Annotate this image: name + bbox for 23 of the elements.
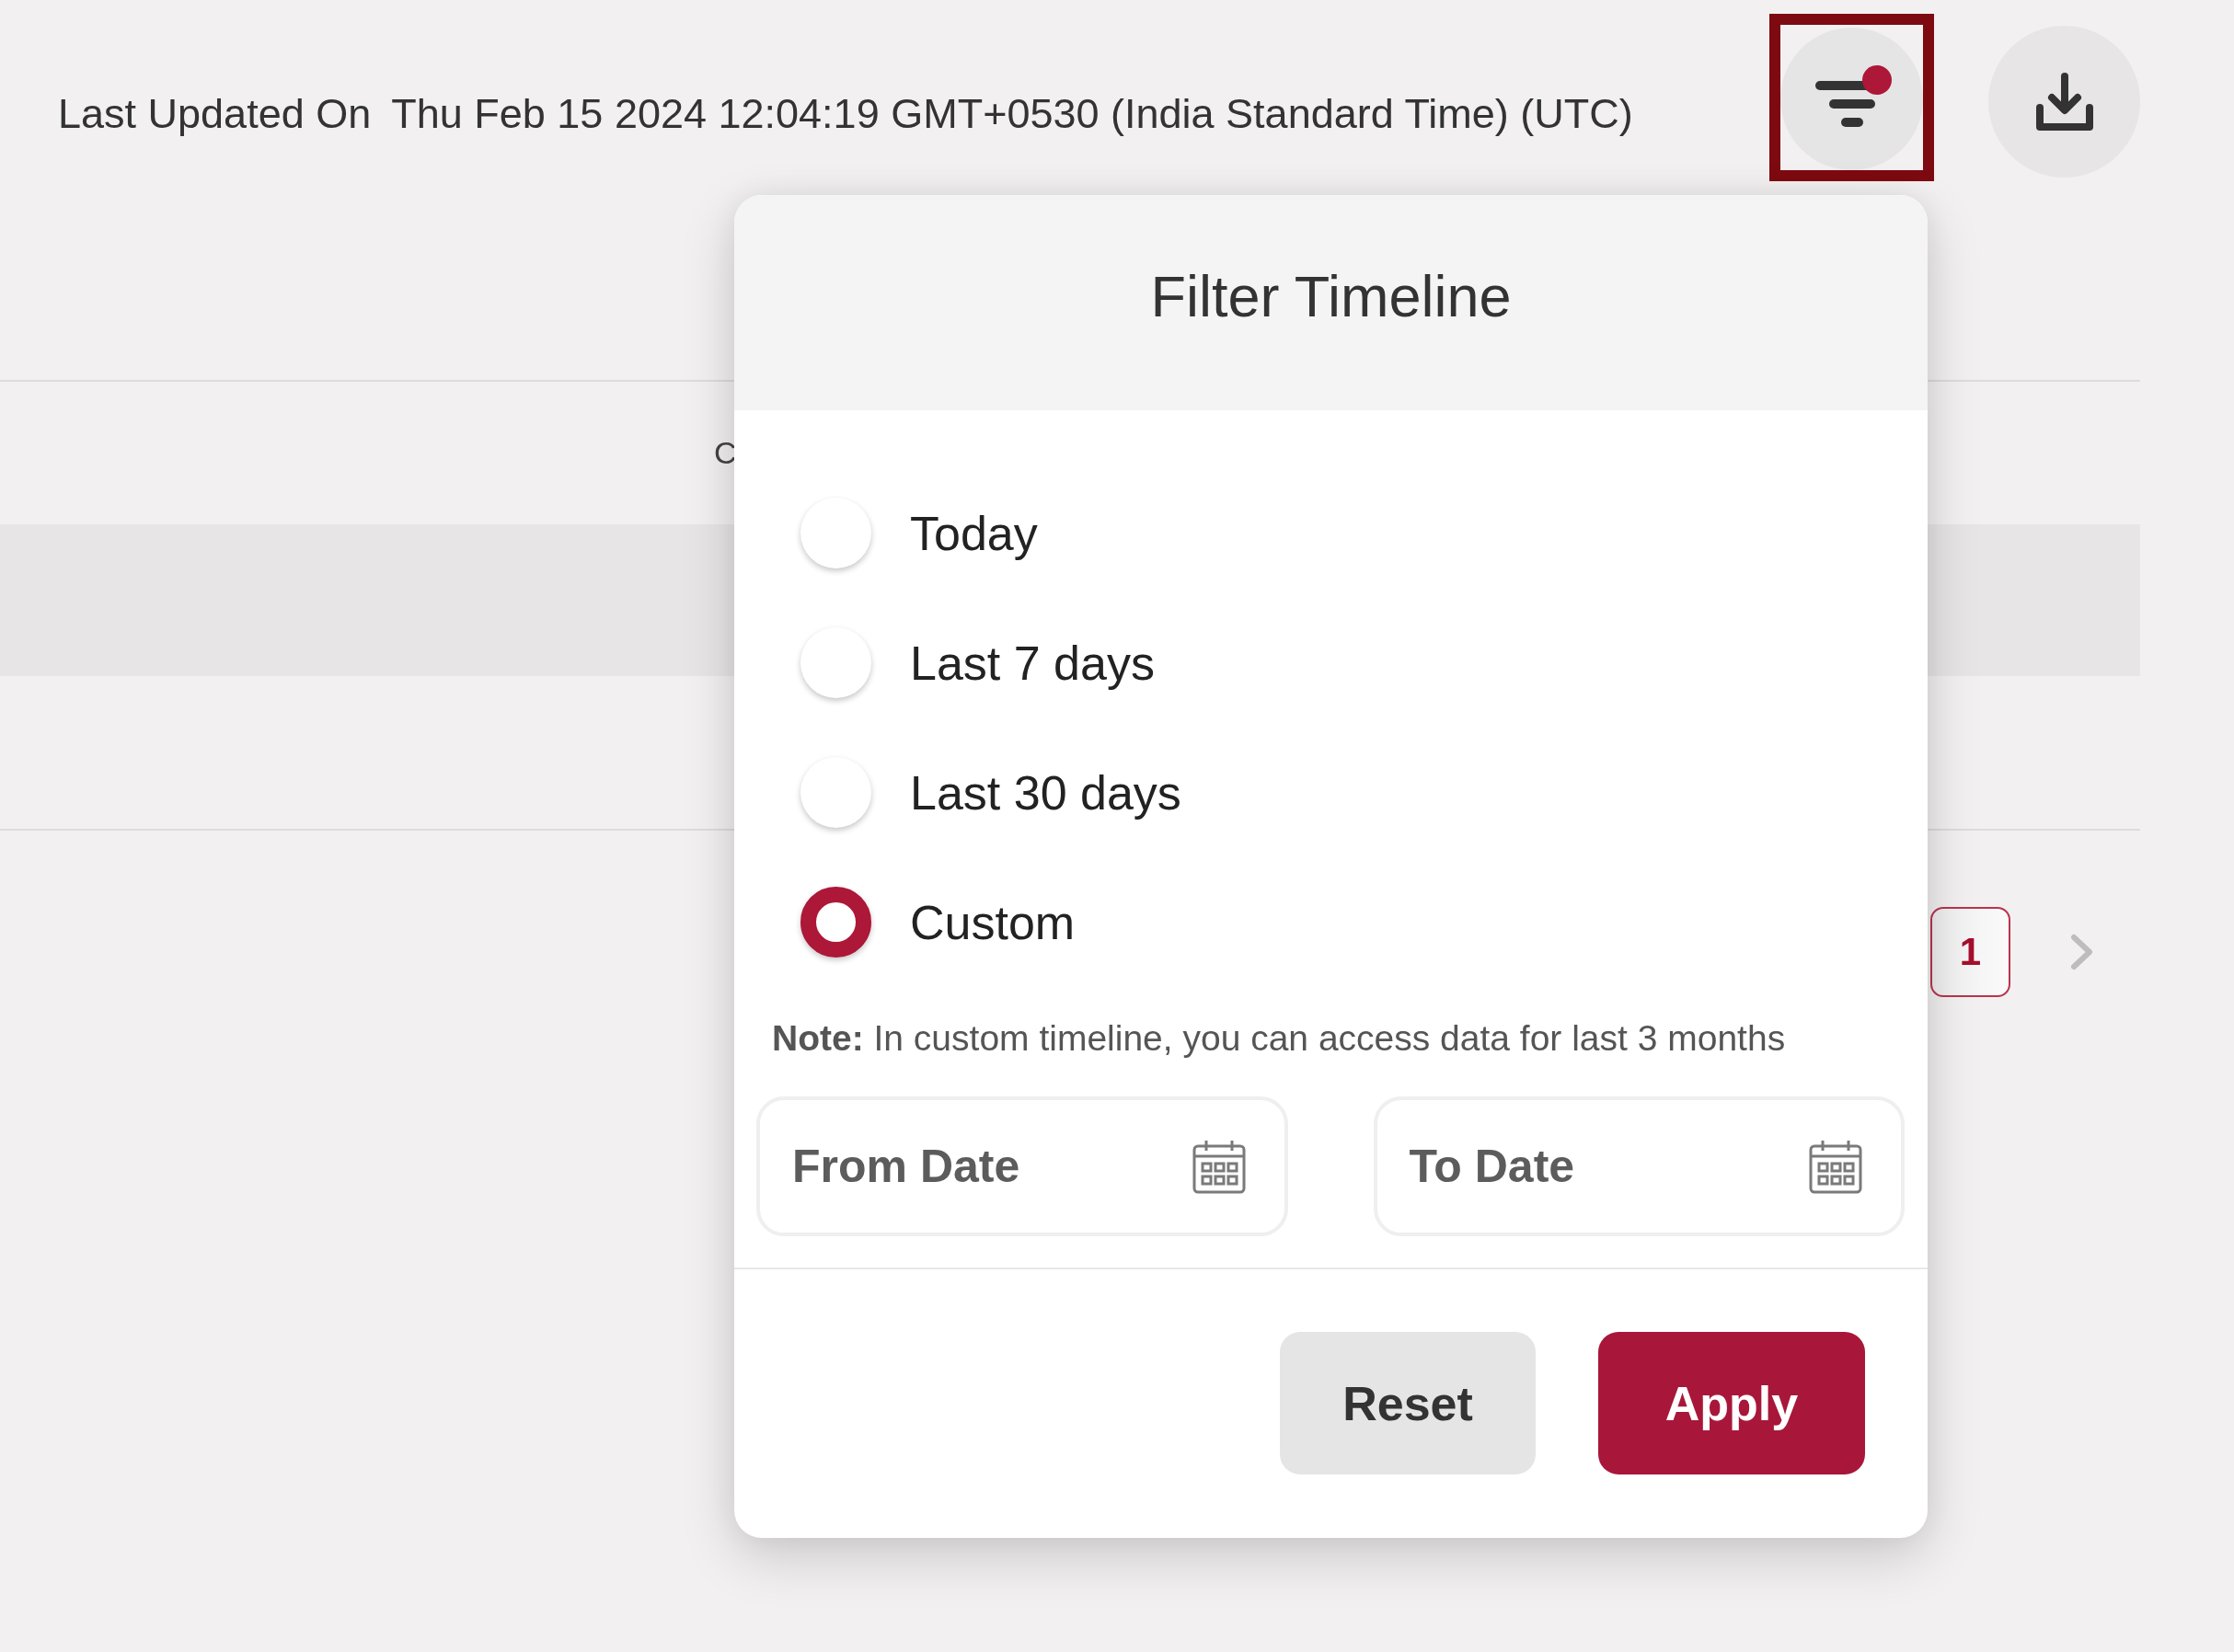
radio-button[interactable] xyxy=(800,627,871,698)
radio-button[interactable] xyxy=(800,498,871,568)
last-updated-label: Last Updated On xyxy=(58,90,372,138)
radio-label[interactable]: Custom xyxy=(910,894,1076,950)
page-button[interactable]: 1 xyxy=(1930,907,2010,997)
note-text: Note: In custom timeline, you can access data for last 3 months xyxy=(772,1017,1787,1060)
calendar-icon xyxy=(1192,1139,1246,1194)
radio-button[interactable] xyxy=(800,887,871,958)
column-header: C xyxy=(714,435,737,471)
to-date-field[interactable]: To Date xyxy=(1373,1096,1905,1236)
last-updated-timestamp: Thu Feb 15 2024 12:04:19 GMT+0530 (India Standard Time) (UTC) xyxy=(391,90,1633,138)
download-icon xyxy=(2034,72,2094,132)
apply-button[interactable]: Apply xyxy=(1598,1332,1865,1474)
calendar-icon xyxy=(1809,1139,1862,1194)
reset-button[interactable]: Reset xyxy=(1280,1332,1536,1474)
from-date-field[interactable]: From Date xyxy=(756,1096,1288,1236)
radio-label[interactable]: Today xyxy=(910,505,1038,561)
radio-label[interactable]: Last 7 days xyxy=(910,635,1155,691)
dialog-title: Filter Timeline xyxy=(1150,263,1512,329)
radio-button[interactable] xyxy=(800,757,871,828)
filter-button[interactable] xyxy=(1780,28,1923,170)
chevron-right-icon[interactable] xyxy=(2070,934,2094,970)
radio-label[interactable]: Last 30 days xyxy=(910,764,1181,820)
